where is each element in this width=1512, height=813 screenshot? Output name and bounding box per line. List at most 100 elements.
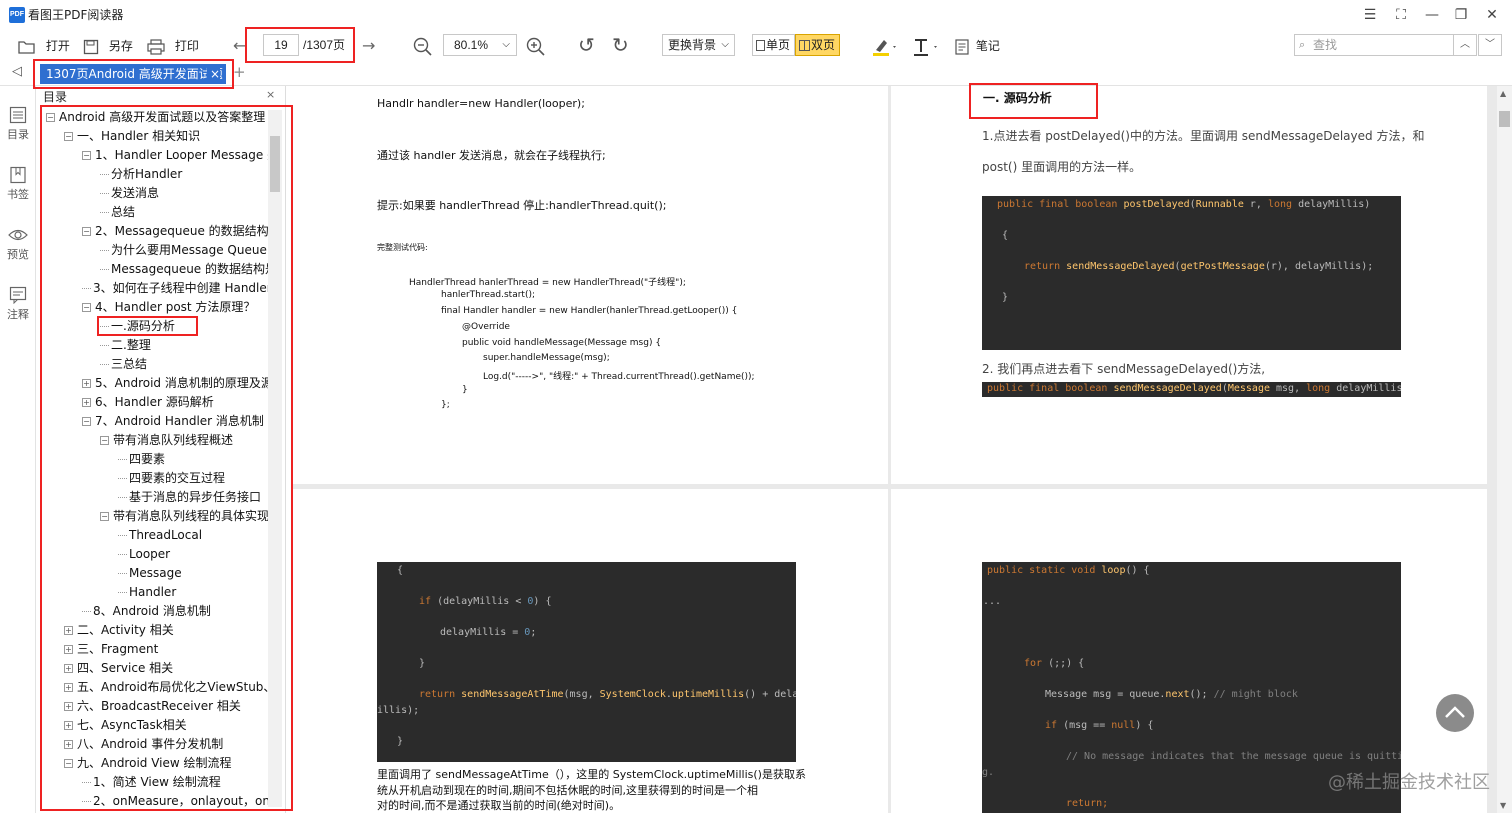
toc-item[interactable]: 基于消息的异步任务接口	[118, 488, 261, 507]
code-line: return sendMessageDelayed(getPostMessage…	[1024, 261, 1374, 272]
viewer-scrollbar[interactable]: ▲ ▼	[1497, 86, 1512, 813]
close-button[interactable]: ✕	[1480, 4, 1504, 26]
toc-scroll-thumb[interactable]	[270, 136, 280, 192]
back-to-top-button[interactable]	[1436, 694, 1474, 732]
scroll-up-icon[interactable]: ▲	[1500, 89, 1506, 98]
search-prev-button[interactable]: ︿	[1453, 34, 1477, 56]
toc-item[interactable]: 总结	[100, 203, 135, 222]
toc-item[interactable]: 为什么要用Message Queue	[100, 241, 267, 260]
toc-item[interactable]: 四要素	[118, 450, 165, 469]
prev-page-arrow-icon[interactable]: ←	[233, 34, 246, 58]
toc-item[interactable]: Looper	[118, 545, 170, 564]
code-line: return;	[1066, 798, 1109, 809]
expand-icon[interactable]: +	[64, 740, 73, 749]
toc-item-label: 三、Fragment	[77, 642, 159, 656]
menu-icon[interactable]: ☰	[1358, 4, 1382, 26]
toc-item[interactable]: 四要素的交互过程	[118, 469, 225, 488]
toc-item[interactable]: 3、如何在子线程中创建 Handler?	[82, 279, 268, 298]
toc-item[interactable]: − Android 高级开发面试题以及答案整理	[46, 108, 265, 127]
page-number-input[interactable]: 19	[263, 34, 299, 56]
close-tab-icon[interactable]: ×	[206, 64, 220, 84]
collapse-icon[interactable]: −	[82, 151, 91, 160]
rotate-left-icon[interactable]: ↺	[578, 34, 595, 58]
collapse-icon[interactable]: −	[100, 436, 109, 445]
toc-close-icon[interactable]: ×	[266, 88, 275, 101]
search-input[interactable]: ⌕ 查找	[1294, 34, 1454, 56]
document-tab[interactable]: 1307页Android 高级开发面试题 ×	[40, 64, 226, 84]
rail-toc-button[interactable]: 目录	[0, 106, 36, 142]
toc-scrollbar[interactable]	[268, 110, 282, 807]
expand-icon[interactable]: +	[82, 398, 91, 407]
toc-item[interactable]: 2、onMeasure，onlayout，on	[82, 792, 268, 811]
double-page-button[interactable]: 双页	[795, 34, 840, 56]
toc-item[interactable]: + 七、AsyncTask相关	[64, 716, 187, 735]
expand-icon[interactable]: +	[82, 379, 91, 388]
toc-item[interactable]: − 带有消息队列线程的具体实现	[100, 507, 268, 526]
toc-item[interactable]: + 二、Activity 相关	[64, 621, 174, 640]
toc-item[interactable]: Messagequeue 的数据结构是	[100, 260, 268, 279]
rail-annotations-button[interactable]: 注释	[0, 286, 36, 322]
zoom-select[interactable]: 80.1% ⌵	[443, 34, 517, 56]
toc-item[interactable]: 分析Handler	[100, 165, 182, 184]
rail-bookmarks-button[interactable]: 书签	[0, 166, 36, 202]
minimize-button[interactable]: —	[1420, 4, 1444, 26]
expand-icon[interactable]: +	[64, 626, 73, 635]
toc-item[interactable]: 8、Android 消息机制	[82, 602, 211, 621]
toc-item[interactable]: − 带有消息队列线程概述	[100, 431, 233, 450]
fullscreen-icon[interactable]: ⛶	[1389, 4, 1413, 26]
toc-item[interactable]: − 一、Handler 相关知识	[64, 127, 200, 146]
collapse-icon[interactable]: −	[82, 417, 91, 426]
scroll-down-icon[interactable]: ▼	[1500, 801, 1506, 810]
expand-icon[interactable]: +	[64, 664, 73, 673]
toc-item[interactable]: 发送消息	[100, 184, 159, 203]
single-page-button[interactable]: 单页	[752, 34, 795, 56]
collapse-icon[interactable]: −	[82, 303, 91, 312]
next-page-arrow-icon[interactable]: →	[362, 34, 375, 58]
toc-item[interactable]: Message	[118, 564, 182, 583]
toc-item[interactable]: ThreadLocal	[118, 526, 202, 545]
collapse-sidebar-icon[interactable]: ◁	[12, 64, 22, 79]
toc-item[interactable]: − 九、Android View 绘制流程	[64, 754, 232, 773]
toc-item[interactable]: + 三、Fragment	[64, 640, 158, 659]
print-button[interactable]: 打印	[147, 34, 199, 58]
toc-item[interactable]: 一.源码分析	[100, 317, 175, 336]
toc-item[interactable]: + 八、Android 事件分发机制	[64, 735, 223, 754]
collapse-icon[interactable]: −	[82, 227, 91, 236]
collapse-icon[interactable]: −	[64, 759, 73, 768]
rail-preview-button[interactable]: 预览	[0, 226, 36, 262]
toc-item[interactable]: +6、Handler 源码解析	[82, 393, 214, 412]
toc-item[interactable]: +5、Android 消息机制的原理及源	[82, 374, 268, 393]
toc-item[interactable]: −2、Messagequeue 的数据结构是	[82, 222, 268, 241]
background-select[interactable]: 更换背景 ⌵	[662, 34, 735, 56]
notes-button[interactable]: 笔记	[955, 34, 1000, 58]
expand-icon[interactable]: +	[64, 721, 73, 730]
zoom-out-icon[interactable]	[413, 34, 433, 58]
zoom-in-icon[interactable]	[526, 34, 546, 58]
code-line: };	[441, 400, 450, 410]
save-as-button[interactable]: 另存	[83, 34, 133, 58]
toc-item[interactable]: 二.整理	[100, 336, 151, 355]
highlighter-button[interactable]	[872, 34, 898, 58]
text-tool-button[interactable]	[912, 34, 940, 58]
collapse-icon[interactable]: −	[100, 512, 109, 521]
rotate-right-icon[interactable]: ↻	[612, 34, 629, 58]
collapse-icon[interactable]: −	[46, 113, 55, 122]
toc-item[interactable]: + 五、Android布局优化之ViewStub、i	[64, 678, 268, 697]
collapse-icon[interactable]: −	[64, 132, 73, 141]
toc-item[interactable]: Handler	[118, 583, 176, 602]
open-button[interactable]: 打开	[18, 34, 70, 58]
restore-button[interactable]: ❐	[1449, 4, 1473, 26]
add-tab-icon[interactable]: +	[233, 63, 246, 81]
toc-item[interactable]: −1、Handler Looper Message 关系	[82, 146, 268, 165]
expand-icon[interactable]: +	[64, 645, 73, 654]
toc-item[interactable]: + 四、Service 相关	[64, 659, 173, 678]
viewer-scroll-thumb[interactable]	[1499, 111, 1510, 127]
toc-item[interactable]: −7、Android Handler 消息机制	[82, 412, 264, 431]
expand-icon[interactable]: +	[64, 702, 73, 711]
toc-item[interactable]: 1、简述 View 绘制流程	[82, 773, 221, 792]
search-next-button[interactable]: ﹀	[1478, 34, 1502, 56]
toc-item[interactable]: + 六、BroadcastReceiver 相关	[64, 697, 241, 716]
toc-item[interactable]: −4、Handler post 方法原理？	[82, 298, 255, 317]
expand-icon[interactable]: +	[64, 683, 73, 692]
toc-item[interactable]: 三总结	[100, 355, 147, 374]
